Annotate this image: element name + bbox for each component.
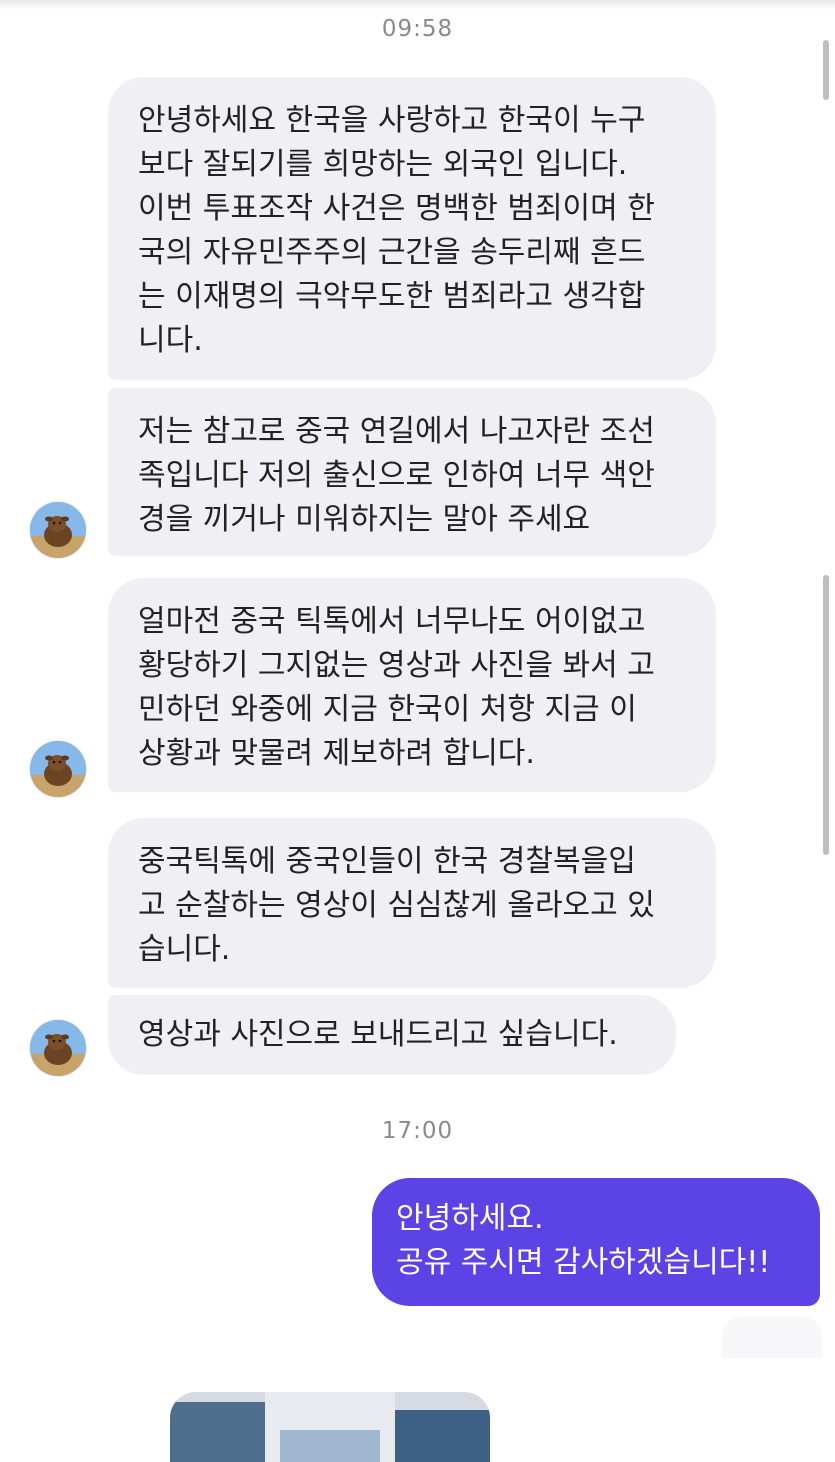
avatar-calf-icon [30,502,86,558]
avatar[interactable] [30,741,86,797]
top-shadow [0,0,835,10]
avatar-calf-icon [30,741,86,797]
timestamp: 17:00 [381,1118,454,1144]
scrollbar-top[interactable] [823,40,829,100]
incoming-message[interactable]: 영상과 사진으로 보내드리고 싶습니다. [108,995,676,1075]
avatar[interactable] [30,1020,86,1076]
incoming-message[interactable]: 안녕하세요 한국을 사랑하고 한국이 누구 보다 잘되기를 희망하는 외국인 입… [108,77,716,380]
incoming-message[interactable]: 저는 참고로 중국 연길에서 나고자란 조선 족입니다 저의 출신으로 인하여 … [108,388,716,556]
reaction-chip[interactable] [722,1318,822,1358]
incoming-message[interactable]: 얼마전 중국 틱톡에서 너무나도 어이없고 황당하기 그지없는 영상과 사진을 … [108,578,716,792]
timestamp: 09:58 [381,16,454,42]
incoming-message[interactable]: 중국틱톡에 중국인들이 한국 경찰복을입 고 순찰하는 영상이 심심찮게 올라오… [108,818,716,988]
media-preview-thumbnail[interactable] [170,1392,490,1462]
avatar[interactable] [30,502,86,558]
photo-thumbnail-icon [170,1392,490,1462]
scrollbar-thumb[interactable] [823,575,829,855]
outgoing-message[interactable]: 안녕하세요. 공유 주시면 감사하겠습니다!! [372,1178,820,1306]
avatar-calf-icon [30,1020,86,1076]
